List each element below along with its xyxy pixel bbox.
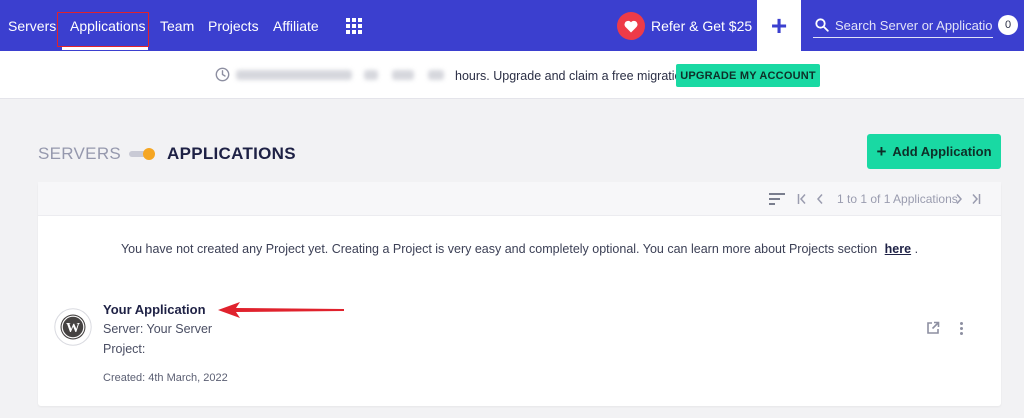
- heart-icon[interactable]: [617, 12, 645, 40]
- top-navigation: Servers Applications Team Projects Affil…: [0, 0, 1024, 51]
- redacted-text: [236, 70, 352, 80]
- projects-info-message: You have not created any Project yet. Cr…: [38, 242, 1001, 256]
- plus-icon[interactable]: +: [757, 0, 801, 51]
- svg-text:W: W: [66, 321, 80, 336]
- sort-icon[interactable]: [769, 193, 785, 205]
- nav-item-projects[interactable]: Projects: [208, 18, 259, 34]
- view-toggle[interactable]: [129, 148, 157, 160]
- nav-item-servers[interactable]: Servers: [8, 18, 56, 34]
- projects-info-text: You have not created any Project yet. Cr…: [120, 242, 878, 256]
- clock-icon: [215, 67, 230, 82]
- previous-page-icon[interactable]: [816, 193, 824, 205]
- more-options-icon[interactable]: [960, 322, 963, 335]
- upgrade-account-button[interactable]: UPGRADE MY ACCOUNT: [676, 64, 820, 87]
- add-application-label: Add Application: [892, 144, 992, 159]
- servers-view-label[interactable]: SERVERS: [38, 144, 121, 164]
- projects-help-link[interactable]: here: [885, 242, 911, 256]
- search-icon: [815, 18, 829, 32]
- notification-badge[interactable]: 0: [998, 15, 1018, 35]
- list-toolbar: 1 to 1 of 1 Applications: [38, 182, 1001, 216]
- add-application-button[interactable]: + Add Application: [867, 134, 1001, 169]
- redacted-text: [364, 70, 378, 80]
- refer-link[interactable]: Refer & Get $25: [651, 18, 752, 34]
- first-page-icon[interactable]: [797, 193, 807, 205]
- wordpress-icon: W: [54, 308, 92, 346]
- projects-info-suffix: .: [914, 242, 919, 256]
- annotation-arrow: [218, 302, 344, 318]
- application-server: Server: Your Server: [103, 322, 213, 336]
- active-tab-indicator: [62, 47, 148, 50]
- application-name-link[interactable]: Your Application: [103, 302, 206, 317]
- applications-panel: 1 to 1 of 1 Applications You have not cr…: [38, 182, 1001, 406]
- next-page-icon[interactable]: [955, 193, 963, 205]
- annotation-highlight-box: [57, 12, 149, 47]
- nav-item-team[interactable]: Team: [160, 18, 194, 34]
- last-page-icon[interactable]: [971, 193, 981, 205]
- trial-banner: hours. Upgrade and claim a free migratio…: [0, 51, 1024, 99]
- redacted-text: [392, 70, 414, 80]
- banner-message: hours. Upgrade and claim a free migratio…: [455, 69, 689, 83]
- nav-item-affiliate[interactable]: Affiliate: [273, 18, 319, 34]
- search-input[interactable]: [835, 14, 993, 36]
- redacted-text: [428, 70, 444, 80]
- application-project: Project:: [103, 342, 146, 356]
- plus-icon: +: [876, 142, 887, 161]
- apps-grid-icon[interactable]: [346, 18, 362, 34]
- open-external-icon[interactable]: [926, 321, 940, 335]
- search-box: [813, 14, 993, 38]
- pagination-text: 1 to 1 of 1 Applications: [837, 192, 958, 206]
- application-created-date: Created: 4th March, 2022: [103, 372, 228, 384]
- applications-view-label[interactable]: APPLICATIONS: [167, 144, 296, 164]
